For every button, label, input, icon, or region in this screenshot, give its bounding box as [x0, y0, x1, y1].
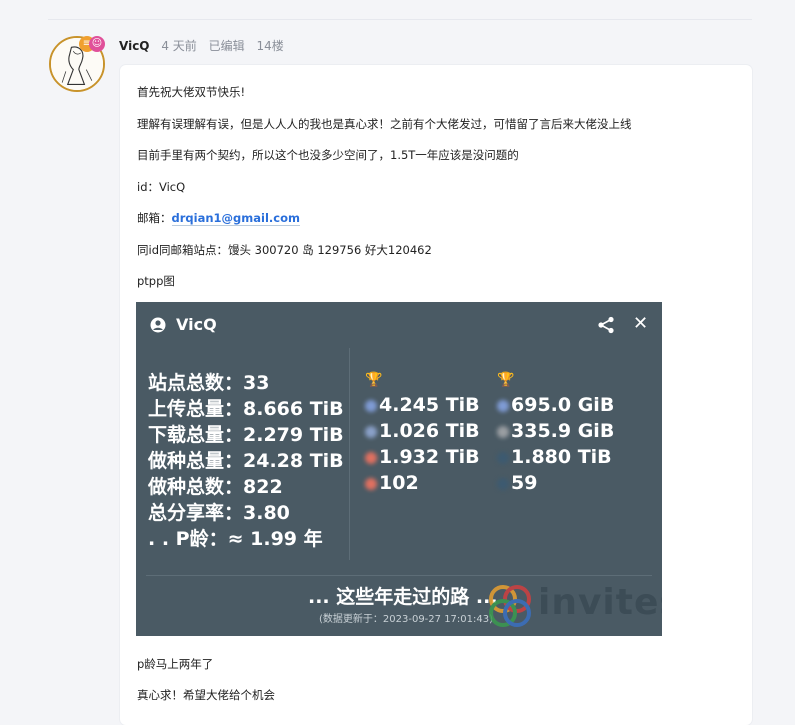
- stats-updated-time: (数据更新于：2023-09-27 17:01:43): [319, 614, 494, 625]
- horizontal-divider: [146, 575, 652, 576]
- email-link[interactable]: drqian1@gmail.com: [171, 211, 300, 226]
- top-divider: [48, 19, 752, 20]
- stats-footer: ... 这些年走过的路 ...: [308, 586, 498, 608]
- stat-row: 总分享率：3.80: [148, 502, 290, 524]
- edited-label[interactable]: 已编辑: [209, 39, 245, 53]
- stat-value: 1.026 TiB: [365, 420, 480, 442]
- stat-value: 102: [365, 472, 419, 494]
- site-icon: [497, 425, 509, 438]
- paragraph: p龄马上两年了: [137, 657, 214, 671]
- stat-value: 1.932 TiB: [365, 446, 480, 468]
- user-circle-icon: [150, 317, 166, 333]
- paragraph: 目前手里有两个契约，所以这个也没多少空间了，1.5T一年应该是没问题的: [137, 148, 519, 162]
- site-icon: [365, 477, 377, 490]
- trophy-icon: 🏆: [497, 372, 515, 388]
- site-icon: [365, 451, 377, 464]
- paragraph: id：VicQ: [137, 180, 186, 194]
- post-meta: VicQ 4 天前 已编辑 14楼: [119, 37, 292, 54]
- stat-value: 4.245 TiB: [365, 394, 480, 416]
- trophy-icon: 🏆: [365, 372, 383, 388]
- stat-row: 做种总数：822: [148, 476, 283, 498]
- paragraph: 真心求！希望大佬给个机会: [137, 688, 275, 702]
- ptpp-stats-image[interactable]: VicQ ✕ 站点总数：33 上传总量：8.666 TiB 下载总量：2.279…: [136, 302, 662, 636]
- close-icon[interactable]: ✕: [633, 315, 648, 333]
- paragraph: 理解有误理解有误，但是人人人的我也是真心求！之前有个大佬发过，可惜留了言后来大佬…: [137, 117, 632, 131]
- stat-value: 695.0 GiB: [497, 394, 614, 416]
- paragraph: ptpp图: [137, 274, 175, 288]
- stat-value: 59: [497, 472, 537, 494]
- stat-row: 站点总数：33: [148, 372, 270, 394]
- stat-value: 335.9 GiB: [497, 420, 614, 442]
- stat-value: 1.880 TiB: [497, 446, 612, 468]
- floor-number[interactable]: 14楼: [256, 39, 283, 53]
- stat-row: . . P龄：≈ 1.99 年: [148, 528, 323, 550]
- site-icon: [365, 399, 377, 412]
- email-label: 邮箱：: [137, 211, 172, 225]
- site-icon: [497, 477, 509, 490]
- stat-row: 上传总量：8.666 TiB: [148, 398, 344, 420]
- watermark-text: invites: [538, 582, 662, 623]
- invites-logo-icon: [489, 585, 531, 627]
- site-icon: [497, 451, 509, 464]
- paragraph: 同id同邮箱站点：馒头 300720 岛 129756 好大120462: [137, 243, 432, 257]
- emoji-badge-icon: ☺: [89, 36, 105, 52]
- share-icon[interactable]: [597, 316, 615, 334]
- stats-username: VicQ: [176, 315, 217, 334]
- username[interactable]: VicQ: [119, 39, 150, 53]
- email-paragraph: 邮箱：drqian1@gmail.com: [137, 210, 300, 226]
- paragraph: 首先祝大佬双节快乐!: [137, 85, 246, 99]
- stat-row: 做种总量：24.28 TiB: [148, 450, 344, 472]
- vertical-divider: [349, 348, 350, 560]
- site-icon: [365, 425, 377, 438]
- stat-row: 下载总量：2.279 TiB: [148, 424, 344, 446]
- post-time[interactable]: 4 天前: [161, 39, 196, 53]
- site-icon: [497, 399, 509, 412]
